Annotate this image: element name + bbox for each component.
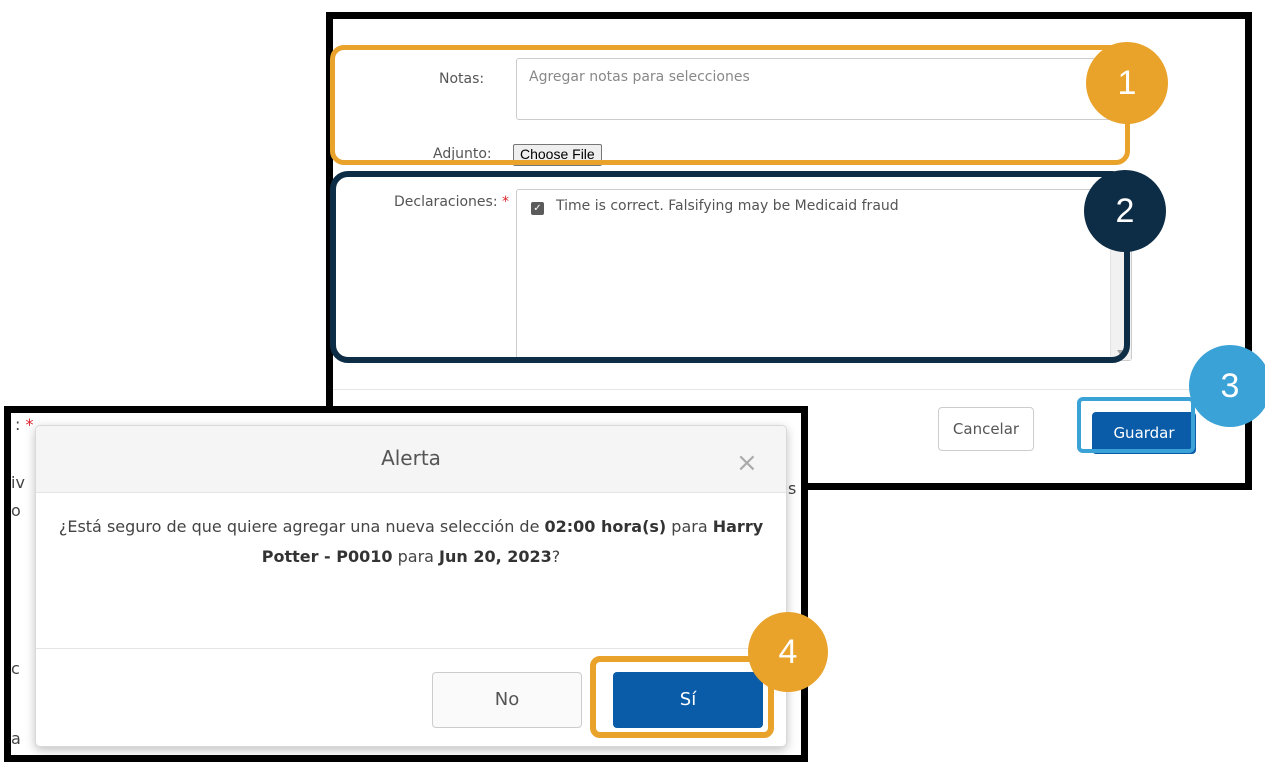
callout-badge-1: 1 [1086,42,1168,124]
footer-divider [333,389,1245,390]
alert-message-text: ¿Está seguro de que quiere agregar una n… [58,517,545,536]
callout-badge-4: 4 [748,612,828,692]
alert-message-text: para [392,547,440,566]
callout-highlight-2 [330,171,1130,363]
background-fragment: s [788,479,797,498]
callout-highlight-1 [330,45,1130,165]
alert-message-text: ? [551,547,561,566]
alert-hours: 02:00 hora(s) [544,517,667,536]
cancel-button[interactable]: Cancelar [938,407,1034,451]
alert-message: ¿Está seguro de que quiere agregar una n… [56,512,766,572]
background-fragment: iv [11,473,25,492]
close-icon[interactable]: × [736,450,758,476]
alert-title: Alerta [381,446,441,470]
alert-footer-divider [36,648,786,649]
callout-badge-2: 2 [1084,170,1166,252]
background-fragment-colon: : [15,415,26,434]
no-button[interactable]: No [432,672,582,728]
background-fragment: c [11,659,20,678]
callout-badge-3: 3 [1189,345,1265,427]
background-fragment: : * [15,415,33,434]
callout-highlight-3 [1077,397,1195,453]
alert-header: Alerta × [36,426,786,493]
background-fragment: o [11,501,21,520]
background-fragment-asterisk: * [25,415,34,434]
callout-highlight-4 [590,656,774,738]
background-fragment: a [11,729,21,748]
alert-message-text: para [666,517,713,536]
alert-date: Jun 20, 2023 [439,547,552,566]
